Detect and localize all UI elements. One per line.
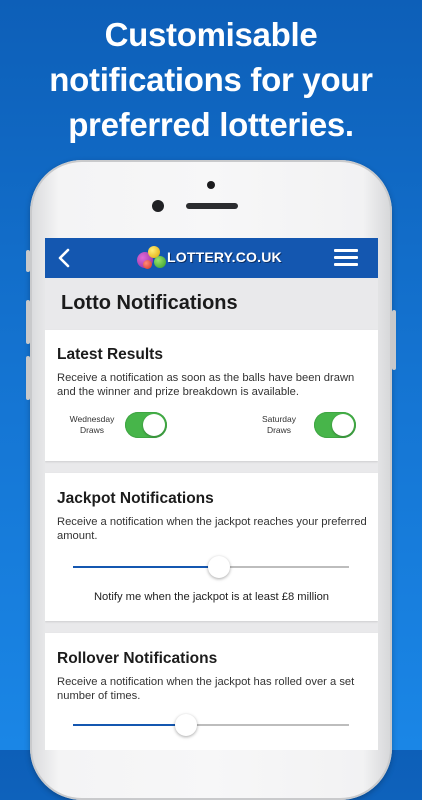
logo-text: LOTTERY.CO.UK [167,249,282,265]
camera-dot [207,181,215,189]
power-button [392,310,396,370]
headline-line-2: notifications for your [49,61,373,98]
wednesday-draws-toggle[interactable] [125,412,167,438]
rollover-title: Rollover Notifications [57,650,218,667]
logo-ball-icon [154,256,166,268]
latest-results-title: Latest Results [57,346,163,363]
promo-headline: Customisable notifications for your pref… [0,12,422,147]
mute-switch [26,250,30,272]
page-title: Lotto Notifications [61,292,238,314]
latest-results-description: Receive a notification as soon as the ba… [57,372,355,398]
app-bar: LOTTERY.CO.UK [45,238,378,278]
chevron-left-icon [58,248,70,268]
wednesday-label-line-2: Draws [79,425,105,435]
jackpot-slider[interactable] [73,556,349,578]
front-camera [152,200,164,212]
volume-up-button [26,300,30,344]
toggle-knob [332,414,354,436]
headline-line-1: Customisable [104,16,318,53]
saturday-label-line-2: Draws [266,425,292,435]
jackpot-description: Receive a notification when the jackpot … [57,516,367,542]
logo-ball-icon [143,260,152,269]
saturday-draws-toggle[interactable] [314,412,356,438]
wednesday-draws-label: Wednesday Draws [62,414,122,436]
rollover-description: Receive a notification when the jackpot … [57,676,355,702]
jackpot-title: Jackpot Notifications [57,490,214,507]
headline-line-3: preferred lotteries. [68,106,354,143]
rollover-slider-fill [73,724,187,726]
menu-button[interactable] [334,246,358,270]
hamburger-menu-icon [334,263,358,266]
saturday-label-line-1: Saturday [261,414,297,424]
jackpot-threshold-caption: Notify me when the jackpot is at least £… [93,591,330,603]
hamburger-menu-icon [334,249,358,252]
jackpot-slider-thumb[interactable] [208,556,231,578]
jackpot-slider-fill [73,566,220,568]
volume-down-button [26,356,30,400]
latest-results-card: Latest Results Receive a notification as… [45,330,378,461]
hamburger-menu-icon [334,256,358,259]
back-button[interactable] [51,244,79,272]
rollover-slider-thumb[interactable] [175,714,198,736]
toggle-knob [143,414,165,436]
wednesday-label-line-1: Wednesday [69,414,115,424]
rollover-slider[interactable] [73,714,349,736]
rollover-notifications-card: Rollover Notifications Receive a notific… [45,633,378,750]
jackpot-notifications-card: Jackpot Notifications Receive a notifica… [45,473,378,621]
app-screen: LOTTERY.CO.UK Lotto Notifications Latest… [45,238,378,750]
saturday-draws-label: Saturday Draws [249,414,309,436]
earpiece-speaker [186,203,238,209]
lottery-logo[interactable]: LOTTERY.CO.UK [137,246,282,270]
